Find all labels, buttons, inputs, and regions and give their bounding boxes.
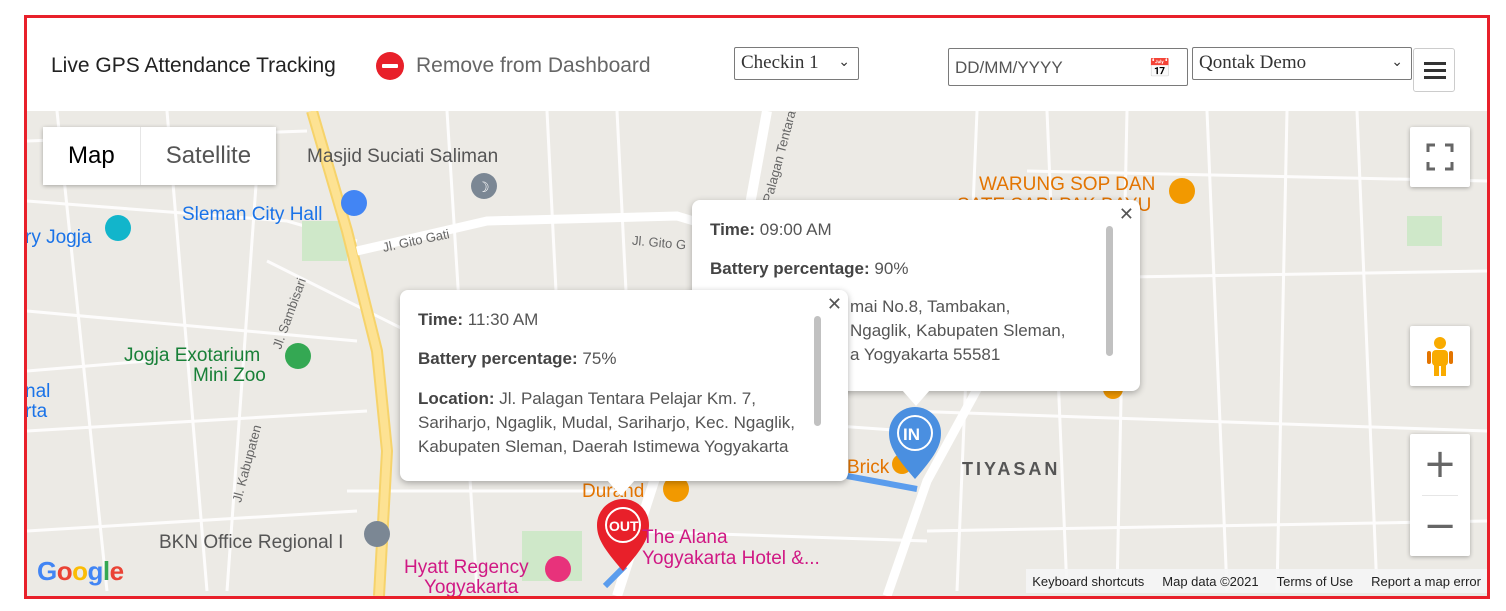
- date-input-placeholder: DD/MM/YYYY: [955, 58, 1063, 77]
- checkout-info-popup: Time: 11:30 AM Battery percentage: 75% L…: [400, 290, 848, 496]
- close-icon[interactable]: ✕: [1119, 204, 1134, 225]
- place-label: Yogyakarta Hotel &...: [642, 548, 820, 569]
- google-logo: Google: [37, 556, 124, 586]
- place-label: Jogja Exotarium: [124, 345, 261, 366]
- place-label: TIYASAN: [962, 459, 1061, 479]
- map-type-map-button[interactable]: Map: [43, 127, 141, 185]
- location-line: Ngaglik, Kabupaten Sleman,: [850, 321, 1066, 340]
- place-label: Yogyakarta: [424, 577, 519, 596]
- place-label: Hyatt Regency: [404, 557, 529, 578]
- remove-from-dashboard-button[interactable]: Remove from Dashboard: [376, 52, 651, 80]
- terms-link[interactable]: Terms of Use: [1277, 574, 1354, 589]
- time-value: 09:00 AM: [759, 220, 832, 239]
- menu-button[interactable]: [1413, 48, 1455, 92]
- company-select[interactable]: Qontak Demo ⌄: [1192, 47, 1412, 80]
- widget-title: Live GPS Attendance Tracking: [51, 54, 336, 77]
- location-label: Location:: [418, 389, 495, 408]
- widget-frame: Live GPS Attendance Tracking Remove from…: [24, 15, 1490, 599]
- time-label: Time:: [418, 310, 464, 329]
- chevron-down-icon: ⌄: [838, 54, 850, 70]
- chevron-down-icon: ⌄: [1391, 54, 1403, 70]
- street-view-button[interactable]: [1410, 326, 1470, 386]
- pegman-icon: [1427, 337, 1453, 376]
- place-label: The Alana: [642, 527, 728, 548]
- map-canvas[interactable]: ☽ IN OUT Masjid Suciati Saliman Sleman C…: [27, 111, 1487, 596]
- calendar-icon[interactable]: 📅: [1149, 58, 1171, 79]
- battery-value: 75%: [582, 349, 617, 368]
- map-type-control: Map Satellite: [43, 127, 277, 185]
- place-label: Masjid Suciati Saliman: [307, 146, 499, 167]
- date-input[interactable]: DD/MM/YYYY 📅: [948, 48, 1188, 86]
- place-label: ry Jogja: [27, 227, 92, 248]
- zoom-control: + −: [1410, 434, 1470, 556]
- location-line: mai No.8, Tambakan,: [850, 297, 1011, 316]
- report-error-link[interactable]: Report a map error: [1371, 574, 1481, 589]
- place-label: BKN Office Regional I: [159, 532, 344, 553]
- zoom-out-button[interactable]: −: [1410, 496, 1470, 556]
- company-select-value: Qontak Demo: [1199, 52, 1307, 73]
- zoom-in-button[interactable]: +: [1410, 434, 1470, 494]
- hamburger-icon: [1424, 62, 1446, 65]
- remove-from-dashboard-label: Remove from Dashboard: [416, 54, 651, 77]
- time-value: 11:30 AM: [467, 310, 539, 329]
- battery-value: 90%: [874, 259, 909, 278]
- svg-text:☽: ☽: [477, 180, 490, 196]
- svg-text:OUT: OUT: [609, 518, 639, 534]
- remove-circle-icon: [376, 52, 404, 80]
- place-label: WARUNG SOP DAN: [979, 174, 1156, 195]
- place-label: Mini Zoo: [193, 365, 266, 386]
- map-data-text: Map data ©2021: [1162, 573, 1259, 589]
- location-text: Location: Jl. Palagan Tentara Pelajar Km…: [418, 387, 813, 462]
- checkin-select-value: Checkin 1: [741, 52, 819, 73]
- fullscreen-icon: [1426, 143, 1454, 171]
- keyboard-shortcuts-link[interactable]: Keyboard shortcuts: [1032, 574, 1144, 589]
- svg-text:IN: IN: [903, 425, 920, 444]
- popup-scrollbar[interactable]: [1106, 226, 1113, 356]
- place-label: nal: [27, 381, 51, 402]
- map-type-satellite-button[interactable]: Satellite: [140, 127, 277, 185]
- fullscreen-button[interactable]: [1410, 127, 1470, 187]
- place-label: Sleman City Hall: [182, 204, 323, 225]
- battery-label: Battery percentage:: [710, 259, 870, 278]
- place-label: Brick: [847, 457, 890, 478]
- location-line: a Yogyakarta 55581: [850, 345, 1001, 364]
- close-icon[interactable]: ✕: [827, 294, 842, 315]
- map-attribution: Keyboard shortcuts Map data ©2021 Terms …: [1026, 569, 1487, 593]
- checkin-select[interactable]: Checkin 1 ⌄: [734, 47, 859, 80]
- place-label: rta: [27, 401, 48, 422]
- battery-label: Battery percentage:: [418, 349, 578, 368]
- popup-scrollbar[interactable]: [814, 316, 821, 426]
- time-label: Time:: [710, 220, 756, 239]
- widget-header: Live GPS Attendance Tracking Remove from…: [27, 18, 1487, 111]
